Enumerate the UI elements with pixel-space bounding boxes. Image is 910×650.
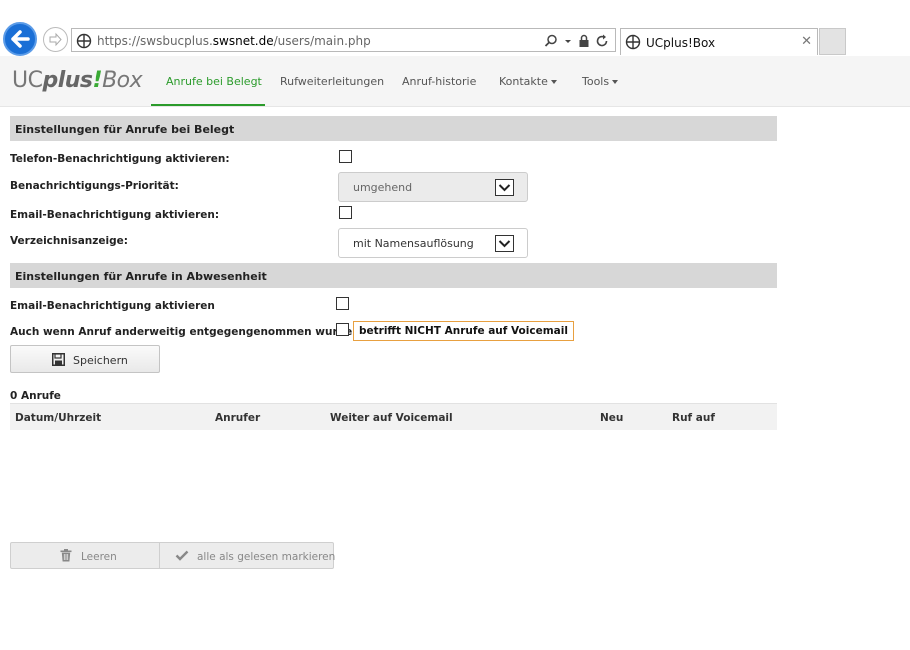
absence-email-label: Email-Benachrichtigung aktivieren [10, 300, 215, 312]
also-answered-label: Auch wenn Anruf anderweitig entgegengeno… [10, 326, 357, 338]
directory-label: Verzeichnisanzeige: [10, 235, 128, 247]
directory-value: mit Namensauflösung [353, 237, 474, 250]
lock-icon[interactable] [578, 34, 590, 48]
priority-label: Benachrichtigungs-Priorität: [10, 180, 179, 192]
mark-all-read-button[interactable]: alle als gelesen markieren [160, 543, 336, 568]
email-notify-label: Email-Benachrichtigung aktivieren: [10, 209, 220, 221]
directory-select[interactable]: mit Namensauflösung [338, 228, 528, 258]
refresh-icon[interactable] [596, 34, 609, 48]
new-tab-button[interactable] [819, 28, 846, 55]
app-logo[interactable]: UCplus!Box [12, 68, 143, 93]
caret-down-icon [550, 80, 557, 84]
mark-all-read-label: alle als gelesen markieren [197, 551, 336, 563]
column-ruf-auf[interactable]: Ruf auf [672, 412, 715, 424]
browser-tab[interactable]: UCplus!Box ✕ [620, 28, 818, 55]
active-tab-indicator [151, 104, 265, 106]
chevron-down-icon [495, 179, 514, 196]
caret-down-icon [612, 80, 619, 84]
email-notify-checkbox[interactable] [339, 206, 352, 219]
close-icon[interactable]: ✕ [801, 34, 812, 49]
checkmark-icon [175, 550, 189, 561]
nav-rufweiterleitungen[interactable]: Rufweiterleitungen [280, 75, 384, 88]
forward-button[interactable] [43, 27, 68, 52]
column-datum-uhrzeit[interactable]: Datum/Uhrzeit [15, 412, 101, 424]
floppy-disk-icon [52, 353, 65, 366]
trash-icon [60, 549, 72, 562]
nav-anruf-historie[interactable]: Anruf-historie [402, 75, 476, 88]
globe-icon [76, 33, 92, 49]
arrow-right-icon [49, 32, 62, 47]
clear-button[interactable]: Leeren [11, 543, 159, 568]
calls-actions: Leeren alle als gelesen markieren [10, 542, 336, 569]
calls-count: 0 Anrufe [10, 390, 61, 402]
app-navbar: UCplus!Box Anrufe bei Belegt Rufweiterle… [0, 56, 910, 107]
nav-tools[interactable]: Tools [582, 75, 619, 88]
nav-anrufe-bei-belegt[interactable]: Anrufe bei Belegt [166, 75, 262, 88]
chevron-down-icon [495, 235, 514, 252]
voicemail-note: betrifft NICHT Anrufe auf Voicemail [353, 321, 574, 341]
browser-chrome: https://swsbucplus.swsnet.de/users/main.… [0, 0, 910, 56]
chevron-down-icon[interactable] [564, 34, 572, 48]
priority-select[interactable]: umgehend [338, 172, 528, 202]
section-header-busy: Einstellungen für Anrufe bei Belegt [10, 116, 777, 141]
column-weiter-auf-voicemail[interactable]: Weiter auf Voicemail [330, 412, 453, 424]
url-text: https://swsbucplus.swsnet.de/users/main.… [97, 34, 371, 48]
absence-email-checkbox[interactable] [336, 297, 349, 310]
phone-notify-checkbox[interactable] [339, 150, 352, 163]
phone-notify-label: Telefon-Benachrichtigung aktivieren: [10, 153, 230, 165]
column-anrufer[interactable]: Anrufer [215, 412, 260, 424]
globe-icon [625, 34, 641, 50]
save-button[interactable]: Speichern [10, 345, 160, 373]
nav-kontakte[interactable]: Kontakte [499, 75, 557, 88]
section-header-absence: Einstellungen für Anrufe in Abwesenheit [10, 263, 777, 288]
search-icon[interactable] [544, 34, 558, 48]
arrow-left-icon [11, 30, 30, 48]
clear-button-label: Leeren [81, 551, 117, 563]
also-answered-checkbox[interactable] [336, 323, 349, 336]
tab-title: UCplus!Box [646, 36, 716, 50]
address-bar[interactable]: https://swsbucplus.swsnet.de/users/main.… [71, 28, 616, 52]
calls-table-header: Datum/Uhrzeit Anrufer Weiter auf Voicema… [10, 403, 777, 430]
back-button[interactable] [3, 22, 37, 56]
save-button-label: Speichern [73, 354, 128, 367]
priority-value: umgehend [353, 181, 413, 194]
column-neu[interactable]: Neu [600, 412, 623, 424]
